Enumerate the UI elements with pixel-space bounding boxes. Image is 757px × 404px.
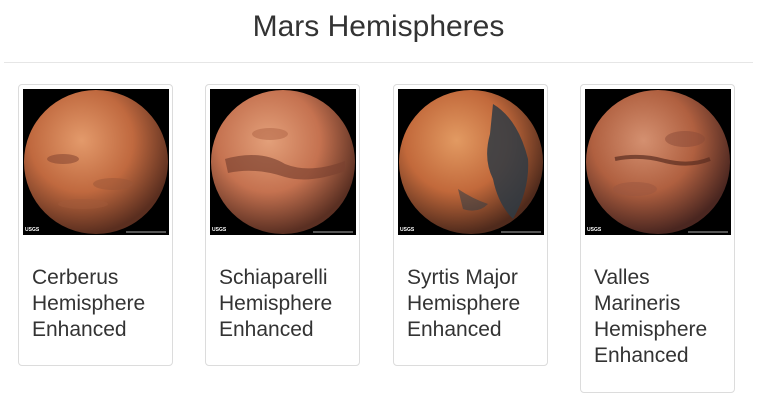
title-line: Enhanced	[219, 318, 314, 341]
hemisphere-thumbnail[interactable]: USGS	[23, 89, 169, 235]
image-credit-line	[313, 231, 353, 233]
mars-globe-icon	[586, 90, 730, 234]
title-line: Marineris	[594, 292, 681, 315]
hemisphere-title[interactable]: Valles Marineris Hemisphere Enhanced	[594, 265, 734, 369]
image-credit-line	[126, 231, 166, 233]
hemisphere-card-cerberus[interactable]: USGS Cerberus Hemisphere Enhanced	[18, 84, 173, 366]
title-line: Hemisphere	[219, 292, 333, 315]
hemisphere-thumbnail[interactable]: USGS	[398, 89, 544, 235]
usgs-logo: USGS	[400, 227, 415, 233]
usgs-logo: USGS	[212, 227, 227, 233]
title-line: Enhanced	[32, 318, 127, 341]
title-line: Hemisphere	[407, 292, 521, 315]
title-line: Schiaparelli	[219, 266, 328, 289]
page: Mars Hemispheres USGS Cerberus Hemispher…	[0, 0, 757, 404]
title-line: Cerberus	[32, 266, 119, 289]
image-credit-line	[501, 231, 541, 233]
title-line: Enhanced	[594, 344, 689, 367]
title-line: Hemisphere	[594, 318, 708, 341]
hemisphere-card-schiaparelli[interactable]: USGS Schiaparelli Hemisphere Enhanced	[205, 84, 360, 366]
page-header: Mars Hemispheres	[4, 0, 753, 63]
title-line: Enhanced	[407, 318, 502, 341]
usgs-logo: USGS	[587, 227, 602, 233]
hemisphere-card-syrtis-major[interactable]: USGS Syrtis Major Hemisphere Enhanced	[393, 84, 548, 366]
page-title: Mars Hemispheres	[252, 10, 505, 43]
image-credit-line	[688, 231, 728, 233]
hemisphere-card-valles-marineris[interactable]: USGS Valles Marineris Hemisphere Enhance…	[580, 84, 735, 393]
title-line: Valles	[594, 266, 650, 289]
title-line: Syrtis Major	[407, 266, 518, 289]
mars-globe-icon	[399, 90, 543, 234]
hemisphere-title[interactable]: Schiaparelli Hemisphere Enhanced	[219, 265, 359, 343]
hemisphere-thumbnail[interactable]: USGS	[210, 89, 356, 235]
hemisphere-thumbnail[interactable]: USGS	[585, 89, 731, 235]
hemisphere-title[interactable]: Cerberus Hemisphere Enhanced	[32, 265, 172, 343]
mars-globe-icon	[211, 90, 355, 234]
mars-globe-icon	[24, 90, 168, 234]
hemisphere-title[interactable]: Syrtis Major Hemisphere Enhanced	[407, 265, 547, 343]
usgs-logo: USGS	[25, 227, 40, 233]
title-line: Hemisphere	[32, 292, 146, 315]
